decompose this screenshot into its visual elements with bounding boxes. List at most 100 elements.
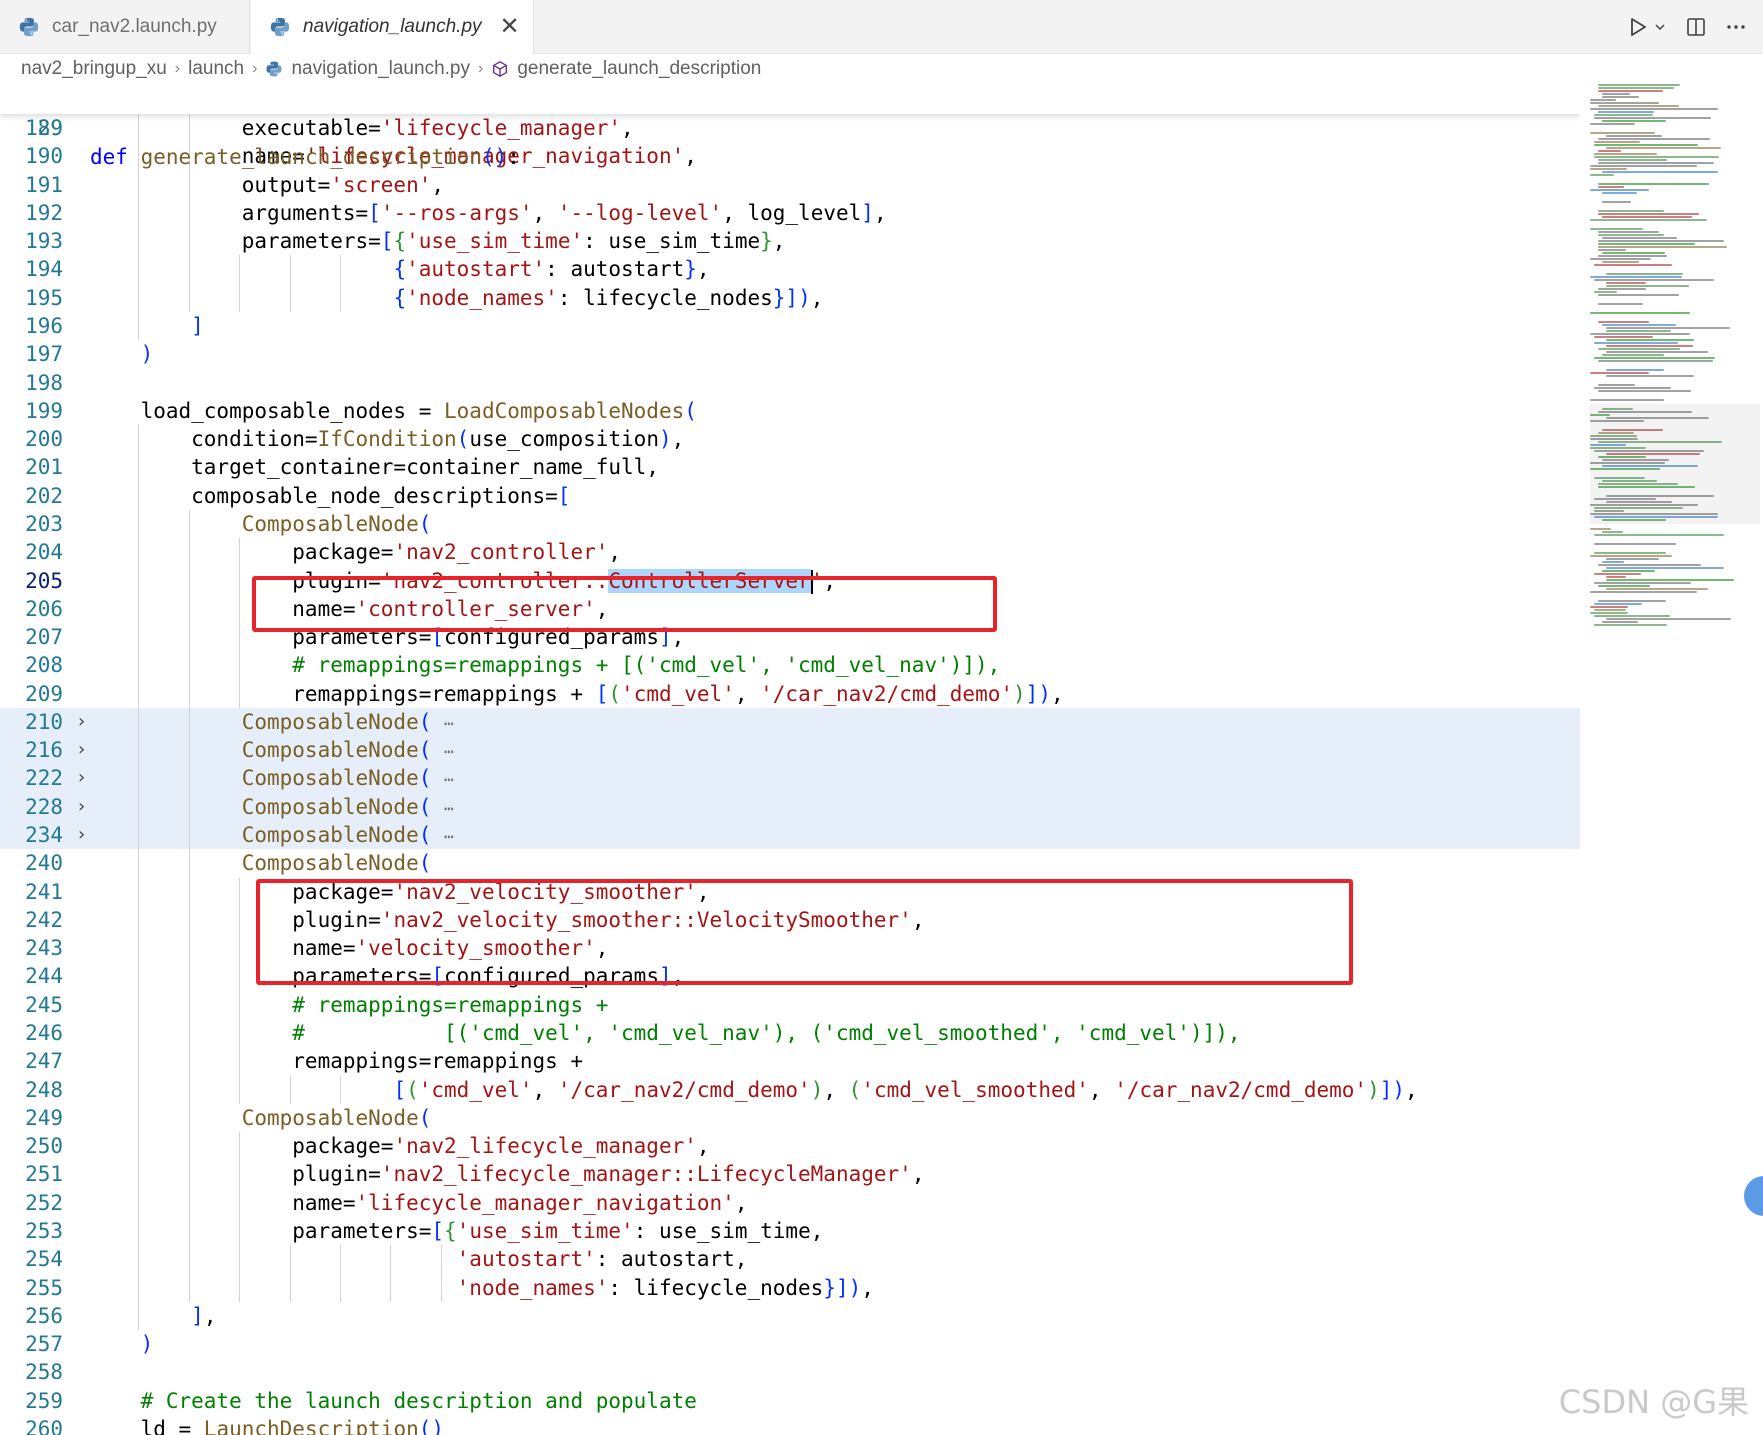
minimap-line — [1590, 591, 1697, 593]
folded-code-line[interactable]: 234 › ComposableNode( ⋯ — [0, 821, 1580, 850]
code-line[interactable]: 253 parameters=[{'use_sim_time': use_sim… — [0, 1216, 1580, 1246]
code-line[interactable]: 255 'node_names': lifecycle_nodes}]), — [0, 1273, 1580, 1302]
folded-code-line[interactable]: 216 › ComposableNode( ⋯ — [0, 736, 1580, 765]
minimap-line — [1606, 369, 1664, 371]
split-editor-icon[interactable] — [1685, 16, 1707, 38]
code-line[interactable]: 254 'autostart': autostart, — [0, 1245, 1580, 1274]
line-number: 242 — [25, 907, 63, 932]
run-icon[interactable] — [1627, 16, 1667, 38]
code-line[interactable]: 193 parameters=[{'use_sim_time': use_sim… — [0, 227, 1580, 256]
code-line[interactable]: 198 — [0, 369, 1580, 397]
line-number: 257 — [25, 1332, 63, 1357]
minimap[interactable] — [1590, 84, 1760, 1314]
chevron-right-icon[interactable]: › — [76, 764, 87, 792]
code-line[interactable]: 246 # [('cmd_vel', 'cmd_vel_nav'), ('cmd… — [0, 1019, 1580, 1048]
chevron-right-icon[interactable]: › — [76, 708, 87, 736]
breadcrumb-folder-launch[interactable]: launch — [188, 58, 244, 80]
minimap-line — [1602, 93, 1631, 95]
code-line[interactable]: 249 ComposableNode( — [0, 1103, 1580, 1133]
line-number: 197 — [25, 342, 63, 367]
minimap-viewport[interactable] — [1590, 404, 1760, 524]
code-line[interactable]: 201 target_container=container_name_full… — [0, 453, 1580, 482]
line-number: 193 — [25, 229, 63, 254]
fold-ellipsis[interactable]: ⋯ — [444, 770, 454, 789]
minimap-line — [1598, 384, 1636, 386]
code-editor[interactable]: 29 def generate_launch_description(): 18… — [0, 86, 1580, 1435]
minimap-line — [1590, 612, 1628, 614]
minimap-line — [1598, 348, 1681, 350]
code-line[interactable]: 197 ) — [0, 340, 1580, 368]
chevron-right-icon[interactable]: › — [76, 821, 87, 849]
minimap-line — [1598, 243, 1696, 245]
minimap-line — [1602, 171, 1718, 173]
code-line[interactable]: 196 ] — [0, 311, 1580, 341]
code-text: load_composable_nodes = LoadComposableNo… — [90, 398, 697, 423]
code-line[interactable]: 209 remappings=remappings + [('cmd_vel',… — [0, 679, 1580, 708]
code-line[interactable]: 208 # remappings=remappings + [('cmd_vel… — [0, 651, 1580, 680]
code-line[interactable]: 195 {'node_names': lifecycle_nodes}]), — [0, 283, 1580, 312]
folded-code-line[interactable]: 210 › ComposableNode( ⋯ — [0, 707, 1580, 737]
minimap-line — [1590, 99, 1616, 101]
code-line[interactable]: 248 [('cmd_vel', '/car_nav2/cmd_demo'), … — [0, 1075, 1580, 1104]
code-line[interactable]: 251 plugin='nav2_lifecycle_manager::Life… — [0, 1160, 1580, 1189]
code-line[interactable]: 257 ) — [0, 1330, 1580, 1358]
folded-code-line[interactable]: 222 › ComposableNode( ⋯ — [0, 764, 1580, 793]
minimap-line — [1590, 399, 1664, 401]
minimap-line — [1602, 570, 1655, 572]
more-icon[interactable] — [1725, 16, 1747, 38]
fold-ellipsis[interactable]: ⋯ — [444, 799, 454, 818]
minimap-line — [1590, 606, 1629, 608]
code-line[interactable]: 200 condition=IfCondition(use_compositio… — [0, 425, 1580, 454]
sticky-code-text: def generate_launch_description(): — [90, 144, 520, 169]
tab-car-nav2-launch[interactable]: car_nav2.launch.py — [0, 0, 250, 53]
code-line[interactable]: 189 executable='lifecycle_manager', — [0, 114, 1580, 143]
breadcrumb-symbol[interactable]: generate_launch_description — [491, 58, 761, 80]
breadcrumb-file[interactable]: navigation_launch.py — [265, 58, 470, 80]
code-line[interactable]: 192 arguments=['--ros-args', '--log-leve… — [0, 198, 1580, 228]
line-number: 253 — [25, 1218, 63, 1243]
fold-ellipsis[interactable]: ⋯ — [444, 827, 454, 846]
tab-navigation-launch[interactable]: navigation_launch.py ✕ — [251, 0, 534, 54]
code-lines[interactable]: 189 executable='lifecycle_manager', 190 n… — [0, 114, 1580, 1435]
code-text: ) — [140, 342, 154, 367]
code-line[interactable]: 252 name='lifecycle_manager_navigation', — [0, 1188, 1580, 1217]
minimap-line — [1606, 375, 1694, 377]
close-icon[interactable]: ✕ — [500, 15, 520, 39]
code-line[interactable]: 194 {'autostart': autostart}, — [0, 255, 1580, 284]
minimap-line — [1598, 360, 1714, 362]
code-line[interactable]: 240 ComposableNode( — [0, 849, 1580, 878]
code-text: [('cmd_vel', '/car_nav2/cmd_demo'), ('cm… — [393, 1077, 1418, 1102]
code-line[interactable]: 202 composable_node_descriptions=[ — [0, 481, 1580, 510]
code-line[interactable]: 247 remappings=remappings + — [0, 1047, 1580, 1076]
code-line[interactable]: 250 package='nav2_lifecycle_manager', — [0, 1132, 1580, 1161]
folded-code-line[interactable]: 228 › ComposableNode( ⋯ — [0, 792, 1580, 822]
minimap-line — [1602, 216, 1693, 218]
minimap-line — [1594, 615, 1671, 617]
fold-ellipsis[interactable]: ⋯ — [444, 742, 454, 761]
chevron-right-icon[interactable]: › — [76, 736, 87, 764]
code-text: arguments=['--ros-args', '--log-level', … — [90, 200, 887, 225]
fold-ellipsis[interactable]: ⋯ — [444, 714, 454, 733]
code-line[interactable]: 258 — [0, 1358, 1580, 1386]
code-line[interactable]: 259 # Create the launch description and … — [0, 1387, 1580, 1415]
code-line[interactable]: 204 package='nav2_controller', — [0, 538, 1580, 567]
line-number: 200 — [25, 427, 63, 452]
code-line[interactable]: 203 ComposableNode( — [0, 509, 1580, 539]
code-line[interactable]: 199 load_composable_nodes = LoadComposab… — [0, 397, 1580, 425]
chevron-right-icon[interactable]: › — [76, 793, 87, 821]
code-line[interactable]: 260 ld = LaunchDescription() — [0, 1415, 1580, 1435]
minimap-line — [1598, 90, 1664, 92]
minimap-line — [1598, 321, 1649, 323]
code-text: executable='lifecycle_manager', — [90, 116, 634, 140]
code-line[interactable]: 256 ], — [0, 1301, 1580, 1331]
breadcrumb-folder-root[interactable]: nav2_bringup_xu — [21, 58, 167, 80]
minimap-line — [1590, 333, 1690, 335]
sticky-scroll-header[interactable]: 29 def generate_launch_description(): — [0, 86, 1580, 169]
code-line[interactable]: 191 output='screen', — [0, 170, 1580, 199]
minimap-line — [1606, 618, 1731, 620]
code-text: ComposableNode( ⋯ — [241, 738, 454, 763]
line-number: 254 — [25, 1247, 63, 1272]
chevron-down-icon[interactable] — [1653, 20, 1667, 34]
minimap-line — [1598, 390, 1691, 392]
code-line[interactable]: 245 # remappings=remappings + — [0, 990, 1580, 1019]
